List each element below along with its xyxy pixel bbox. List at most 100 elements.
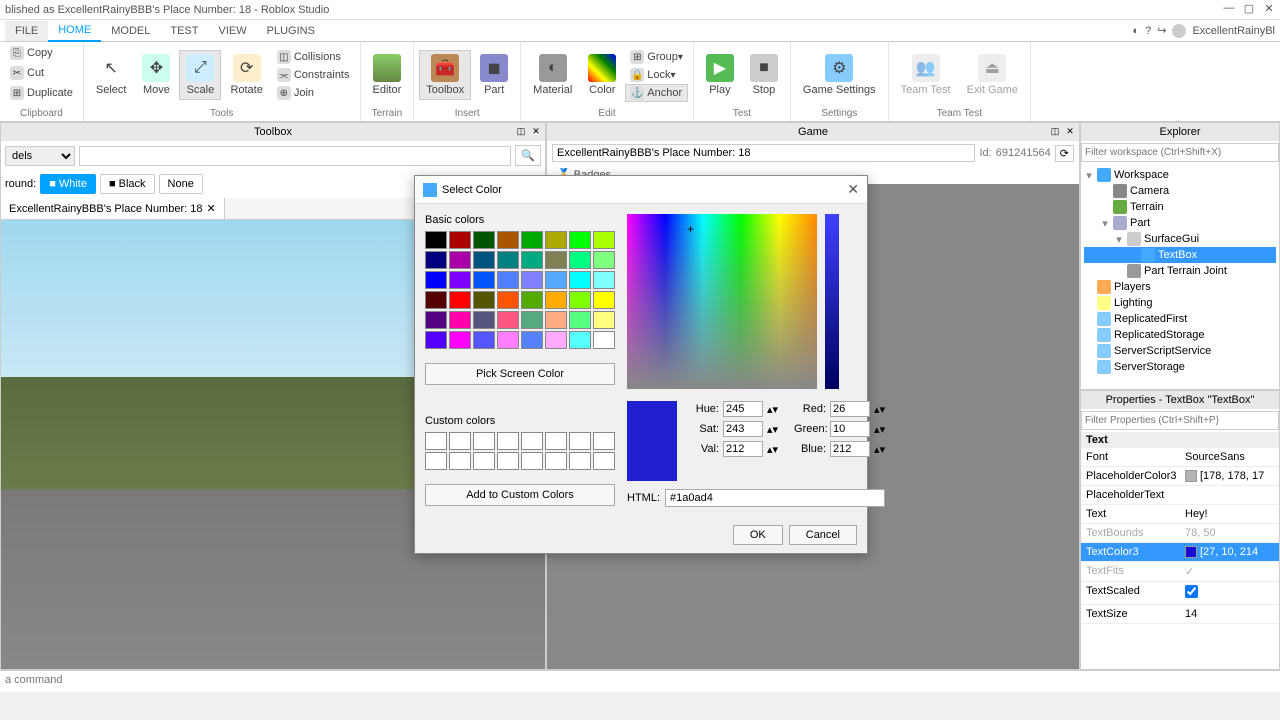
basic-swatch[interactable] bbox=[521, 311, 543, 329]
tree-lighting[interactable]: Lighting bbox=[1084, 295, 1276, 311]
place-name-input[interactable] bbox=[552, 144, 975, 162]
spinner-icon[interactable]: ▴▾ bbox=[874, 423, 885, 436]
basic-swatch[interactable] bbox=[473, 271, 495, 289]
basic-swatch[interactable] bbox=[425, 251, 447, 269]
minimize-icon[interactable]: — bbox=[1223, 2, 1235, 14]
basic-swatch[interactable] bbox=[521, 291, 543, 309]
tab-view[interactable]: VIEW bbox=[208, 21, 256, 41]
basic-swatch[interactable] bbox=[497, 331, 519, 349]
constraints-button[interactable]: ⫘Constraints bbox=[272, 66, 355, 84]
basic-swatch[interactable] bbox=[497, 311, 519, 329]
basic-swatch[interactable] bbox=[545, 311, 567, 329]
prop-font[interactable]: FontSourceSans bbox=[1081, 448, 1279, 467]
undock-icon[interactable]: ◫ bbox=[1049, 126, 1061, 138]
custom-swatch[interactable] bbox=[521, 452, 543, 470]
hue-slider[interactable] bbox=[825, 214, 839, 389]
material-button[interactable]: ◐Material bbox=[526, 50, 579, 100]
green-input[interactable] bbox=[830, 421, 870, 437]
anchor-button[interactable]: ⚓Anchor bbox=[625, 84, 688, 102]
basic-swatch[interactable] bbox=[569, 251, 591, 269]
basic-swatch[interactable] bbox=[497, 231, 519, 249]
part-button[interactable]: ◼Part bbox=[473, 50, 515, 100]
spinner-icon[interactable]: ▴▾ bbox=[874, 443, 885, 456]
bg-black-button[interactable]: ■ Black bbox=[100, 174, 155, 194]
custom-swatch[interactable] bbox=[521, 432, 543, 450]
prop-text[interactable]: TextHey! bbox=[1081, 505, 1279, 524]
tree-sss[interactable]: ServerScriptService bbox=[1084, 343, 1276, 359]
play-button[interactable]: ▶Play bbox=[699, 50, 741, 100]
basic-swatch[interactable] bbox=[569, 331, 591, 349]
stop-button[interactable]: ■Stop bbox=[743, 50, 785, 100]
basic-swatch[interactable] bbox=[473, 251, 495, 269]
hue-input[interactable] bbox=[723, 401, 763, 417]
basic-swatch[interactable] bbox=[449, 231, 471, 249]
explorer-filter-input[interactable] bbox=[1081, 143, 1279, 162]
basic-swatch[interactable] bbox=[449, 251, 471, 269]
tab-plugins[interactable]: PLUGINS bbox=[257, 21, 325, 41]
lock-button[interactable]: 🔒Lock ▾ bbox=[625, 66, 688, 84]
color-button[interactable]: Color bbox=[581, 50, 623, 100]
textscaled-checkbox[interactable] bbox=[1185, 585, 1198, 598]
basic-swatch[interactable] bbox=[521, 251, 543, 269]
basic-swatch[interactable] bbox=[569, 311, 591, 329]
custom-swatch[interactable] bbox=[449, 452, 471, 470]
basic-swatch[interactable] bbox=[593, 331, 615, 349]
basic-swatch[interactable] bbox=[545, 331, 567, 349]
custom-swatch[interactable] bbox=[425, 432, 447, 450]
red-input[interactable] bbox=[830, 401, 870, 417]
basic-swatch[interactable] bbox=[593, 311, 615, 329]
basic-swatch[interactable] bbox=[473, 331, 495, 349]
tree-textbox[interactable]: TextBox bbox=[1084, 247, 1276, 263]
tree-workspace[interactable]: ▾Workspace bbox=[1084, 167, 1276, 183]
basic-swatch[interactable] bbox=[545, 231, 567, 249]
cancel-button[interactable]: Cancel bbox=[789, 525, 857, 545]
tree-repstorage[interactable]: ReplicatedStorage bbox=[1084, 327, 1276, 343]
prop-textsize[interactable]: TextSize14 bbox=[1081, 605, 1279, 624]
prop-placeholdercolor[interactable]: PlaceholderColor3[178, 178, 17 bbox=[1081, 467, 1279, 486]
basic-swatch[interactable] bbox=[593, 231, 615, 249]
basic-swatch[interactable] bbox=[545, 271, 567, 289]
custom-swatch[interactable] bbox=[497, 452, 519, 470]
pick-screen-color-button[interactable]: Pick Screen Color bbox=[425, 363, 615, 385]
refresh-icon[interactable]: ⟳ bbox=[1055, 145, 1074, 162]
tree-part[interactable]: ▾Part bbox=[1084, 215, 1276, 231]
basic-swatch[interactable] bbox=[449, 291, 471, 309]
share-icon[interactable]: ↪ bbox=[1157, 24, 1166, 37]
basic-swatch[interactable] bbox=[425, 291, 447, 309]
custom-swatch[interactable] bbox=[449, 432, 471, 450]
basic-swatch[interactable] bbox=[521, 271, 543, 289]
tab-test[interactable]: TEST bbox=[160, 21, 208, 41]
spinner-icon[interactable]: ▴▾ bbox=[767, 443, 778, 456]
bg-none-button[interactable]: None bbox=[159, 174, 203, 194]
tree-joint[interactable]: Part Terrain Joint bbox=[1084, 263, 1276, 279]
join-button[interactable]: ⊕Join bbox=[272, 84, 355, 102]
toolbox-search-input[interactable] bbox=[79, 146, 511, 166]
color-gradient-picker[interactable]: + bbox=[627, 214, 817, 389]
dialog-titlebar[interactable]: Select Color ✕ bbox=[415, 176, 867, 204]
game-settings-button[interactable]: ⚙Game Settings bbox=[796, 50, 883, 100]
properties-filter-input[interactable] bbox=[1081, 411, 1279, 430]
collisions-button[interactable]: ◫Collisions bbox=[272, 48, 355, 66]
spinner-icon[interactable]: ▴▾ bbox=[767, 423, 778, 436]
basic-swatch[interactable] bbox=[569, 231, 591, 249]
duplicate-button[interactable]: ⊞Duplicate bbox=[5, 84, 78, 102]
cut-button[interactable]: ✂Cut bbox=[5, 64, 49, 82]
basic-swatch[interactable] bbox=[425, 311, 447, 329]
tab-file[interactable]: FILE bbox=[5, 21, 48, 41]
basic-swatch[interactable] bbox=[521, 231, 543, 249]
team-test-button[interactable]: 👥Team Test bbox=[894, 50, 958, 100]
exit-game-button[interactable]: ⏏Exit Game bbox=[960, 50, 1025, 100]
basic-swatch[interactable] bbox=[593, 251, 615, 269]
spinner-icon[interactable]: ▴▾ bbox=[874, 403, 885, 416]
select-button[interactable]: ↖Select bbox=[89, 50, 134, 100]
tree-repfirst[interactable]: ReplicatedFirst bbox=[1084, 311, 1276, 327]
custom-swatch[interactable] bbox=[593, 452, 615, 470]
sat-input[interactable] bbox=[723, 421, 763, 437]
basic-swatch[interactable] bbox=[473, 311, 495, 329]
custom-swatch[interactable] bbox=[569, 452, 591, 470]
explorer-tree[interactable]: ▾Workspace Camera Terrain ▾Part ▾Surface… bbox=[1081, 164, 1279, 378]
place-tab[interactable]: ExcellentRainyBBB's Place Number: 18✕ bbox=[1, 198, 225, 219]
basic-swatch[interactable] bbox=[473, 291, 495, 309]
rotate-button[interactable]: ⟳Rotate bbox=[223, 50, 269, 100]
basic-swatch[interactable] bbox=[449, 271, 471, 289]
